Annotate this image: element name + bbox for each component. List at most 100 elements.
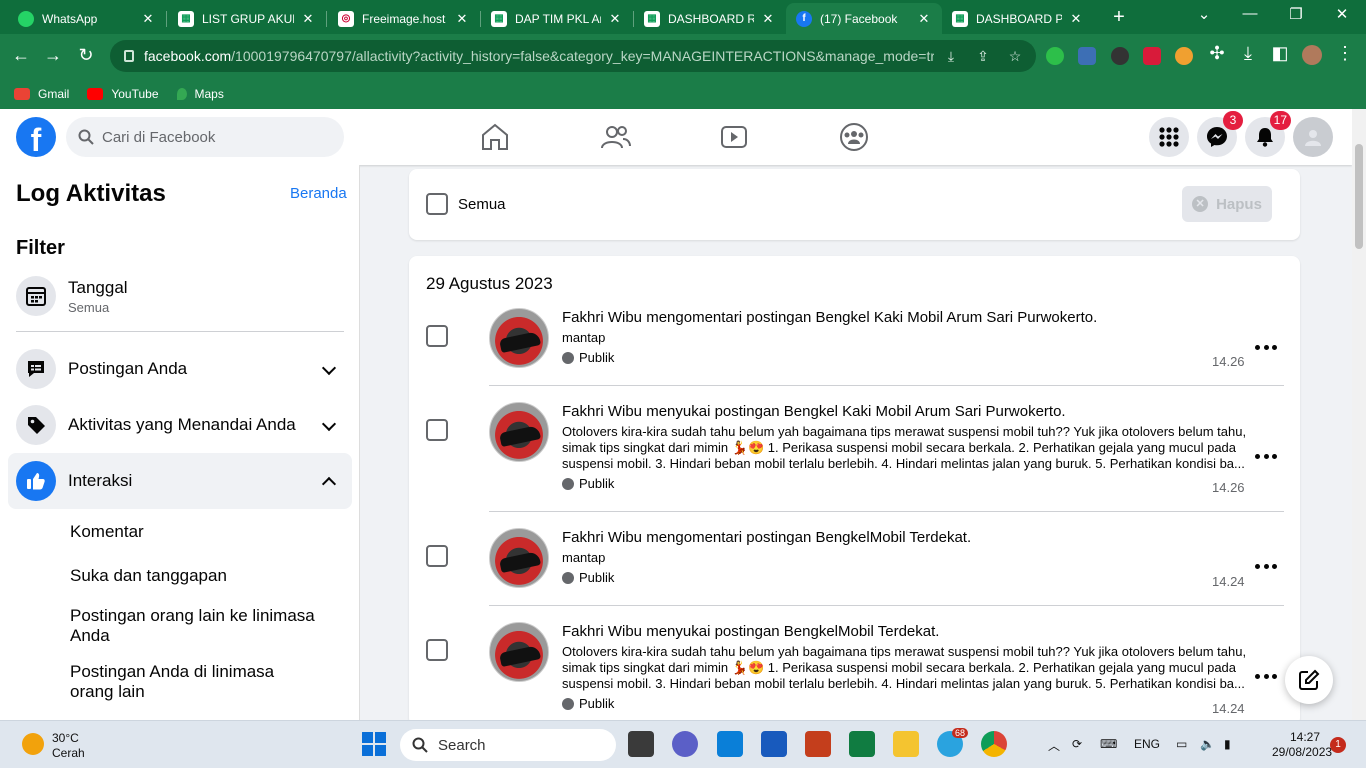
home-icon[interactable]	[478, 121, 512, 153]
actor-name[interactable]: Fakhri Wibu	[562, 623, 642, 640]
file-explorer-icon[interactable]	[893, 731, 919, 757]
extension-icon[interactable]	[1143, 47, 1161, 65]
subitem-likes-reactions[interactable]: Suka dan tanggapan	[70, 566, 320, 586]
tab-freeimage[interactable]: ◎ Freeimage.host – ✕	[328, 3, 480, 34]
close-tab-icon[interactable]: ✕	[1068, 11, 1084, 27]
notification-count[interactable]: 1	[1330, 737, 1346, 753]
bookmark-youtube[interactable]: YouTube	[87, 87, 159, 101]
bookmark-gmail[interactable]: Gmail	[14, 87, 69, 101]
subitem-posts-on-timeline[interactable]: Postingan orang lain ke linimasa Anda	[70, 606, 320, 646]
address-bar[interactable]: facebook.com/100019796470797/allactivity…	[110, 40, 1036, 72]
share-icon[interactable]: ⇪	[974, 48, 992, 65]
tab-dashboard-ru[interactable]: ▦ DASHBOARD RU ✕	[634, 3, 786, 34]
object-link[interactable]: postingan BengkelMobil Terdekat	[715, 623, 936, 640]
menu-grid-button[interactable]	[1149, 117, 1189, 157]
home-link[interactable]: Beranda	[290, 185, 347, 202]
actor-name[interactable]: Fakhri Wibu	[562, 403, 642, 420]
item-checkbox[interactable]	[426, 545, 448, 567]
tab-whatsapp[interactable]: WhatsApp ✕	[8, 3, 166, 34]
task-view-icon[interactable]	[628, 731, 654, 757]
subitem-comments[interactable]: Komentar	[70, 522, 320, 542]
sync-icon[interactable]: ⟳	[1072, 737, 1082, 751]
tab-dashboard-pra[interactable]: ▦ DASHBOARD PRA ✕	[942, 3, 1094, 34]
account-avatar[interactable]	[1293, 117, 1333, 157]
close-window-icon[interactable]: ✕	[1330, 5, 1354, 23]
bookmark-maps[interactable]: Maps	[176, 87, 224, 101]
meet-icon[interactable]	[672, 731, 698, 757]
date-filter[interactable]: Tanggal Semua	[8, 268, 352, 324]
weather-sun-icon[interactable]	[22, 733, 44, 755]
close-tab-icon[interactable]: ✕	[760, 11, 776, 27]
minimize-icon[interactable]: —	[1238, 5, 1262, 22]
vscode-icon[interactable]	[717, 731, 743, 757]
friends-icon[interactable]	[598, 121, 632, 153]
watch-icon[interactable]	[717, 121, 751, 153]
bookmark-star-icon[interactable]: ☆	[1006, 48, 1024, 65]
extension-icon[interactable]	[1078, 47, 1096, 65]
extension-icon[interactable]	[1111, 47, 1129, 65]
item-checkbox[interactable]	[426, 639, 448, 661]
side-panel-icon[interactable]: ◧	[1269, 43, 1291, 64]
new-tab-icon[interactable]: +	[1108, 6, 1130, 29]
notifications-button[interactable]: 17	[1245, 111, 1291, 157]
close-tab-icon[interactable]: ✕	[300, 11, 316, 27]
close-tab-icon[interactable]: ✕	[916, 11, 932, 27]
volume-icon[interactable]: 🔈	[1200, 737, 1215, 751]
more-options-icon[interactable]	[1255, 451, 1277, 461]
language-indicator[interactable]: ENG	[1134, 737, 1160, 751]
download-icon[interactable]: ⤓	[1237, 43, 1259, 64]
groups-icon[interactable]	[837, 121, 871, 153]
page-scrollbar[interactable]	[1352, 109, 1366, 720]
chrome-icon[interactable]	[981, 731, 1007, 757]
powerpoint-icon[interactable]	[805, 731, 831, 757]
restore-icon[interactable]: ❐	[1284, 5, 1308, 23]
item-checkbox[interactable]	[426, 419, 448, 441]
reload-icon[interactable]: ↻	[75, 45, 97, 66]
close-tab-icon[interactable]: ✕	[607, 11, 623, 27]
new-message-button[interactable]	[1285, 656, 1333, 704]
network-icon[interactable]: ▭	[1176, 737, 1187, 751]
facebook-logo-icon[interactable]: f	[16, 117, 56, 157]
install-icon[interactable]: ⤓	[942, 48, 960, 65]
timestamp[interactable]: 14.24	[1212, 701, 1245, 716]
timestamp[interactable]: 14.26	[1212, 480, 1245, 495]
puzzle-icon[interactable]: ✣	[1206, 43, 1228, 64]
back-icon[interactable]: ←	[10, 45, 32, 66]
delete-button[interactable]: ✕ Hapus	[1182, 186, 1272, 222]
excel-icon[interactable]	[849, 731, 875, 757]
actor-name[interactable]: Fakhri Wibu	[562, 309, 642, 326]
tab-search-icon[interactable]: ⌄	[1192, 5, 1216, 23]
section-interactions[interactable]: Interaksi	[8, 453, 352, 509]
section-tagged-activity[interactable]: Aktivitas yang Menandai Anda	[8, 397, 352, 453]
battery-icon[interactable]: ▮	[1224, 737, 1231, 751]
messenger-button[interactable]: 3	[1197, 111, 1243, 157]
profile-avatar[interactable]	[1302, 45, 1322, 65]
more-options-icon[interactable]	[1255, 671, 1277, 681]
kebab-menu-icon[interactable]: ⋮	[1334, 43, 1356, 64]
word-icon[interactable]	[761, 731, 787, 757]
timestamp[interactable]: 14.24	[1212, 574, 1245, 589]
section-your-posts[interactable]: Postingan Anda	[8, 341, 352, 397]
taskbar-search[interactable]: Search	[400, 729, 616, 761]
chevron-up-icon[interactable]: ︿	[1048, 737, 1060, 754]
windows-start-icon[interactable]	[361, 731, 387, 757]
tab-list-grup-akun[interactable]: ▦ LIST GRUP AKUN ✕	[168, 3, 326, 34]
more-options-icon[interactable]	[1255, 561, 1277, 571]
extension-icon[interactable]	[1175, 47, 1193, 65]
tab-facebook[interactable]: f (17) Facebook ✕	[786, 3, 942, 34]
actor-name[interactable]: Fakhri Wibu	[562, 529, 642, 546]
item-checkbox[interactable]	[426, 325, 448, 347]
scrollbar-thumb[interactable]	[1355, 144, 1363, 249]
forward-icon[interactable]: →	[42, 45, 64, 66]
close-tab-icon[interactable]: ✕	[140, 11, 156, 27]
select-all-checkbox[interactable]	[426, 193, 448, 215]
search-box[interactable]	[66, 117, 344, 157]
object-link[interactable]: postingan Bengkel Kaki Mobil Arum Sari P…	[715, 403, 1062, 420]
close-tab-icon[interactable]: ✕	[454, 11, 470, 27]
object-link[interactable]: postingan Bengkel Kaki Mobil Arum Sari P…	[746, 309, 1093, 326]
taskbar-clock[interactable]: 14:27 29/08/2023	[1272, 730, 1332, 760]
search-input[interactable]	[102, 128, 332, 146]
extension-icon[interactable]	[1046, 47, 1064, 65]
subitem-posts-on-others-timeline[interactable]: Postingan Anda di linimasa orang lain	[70, 662, 320, 702]
more-options-icon[interactable]	[1255, 342, 1277, 352]
